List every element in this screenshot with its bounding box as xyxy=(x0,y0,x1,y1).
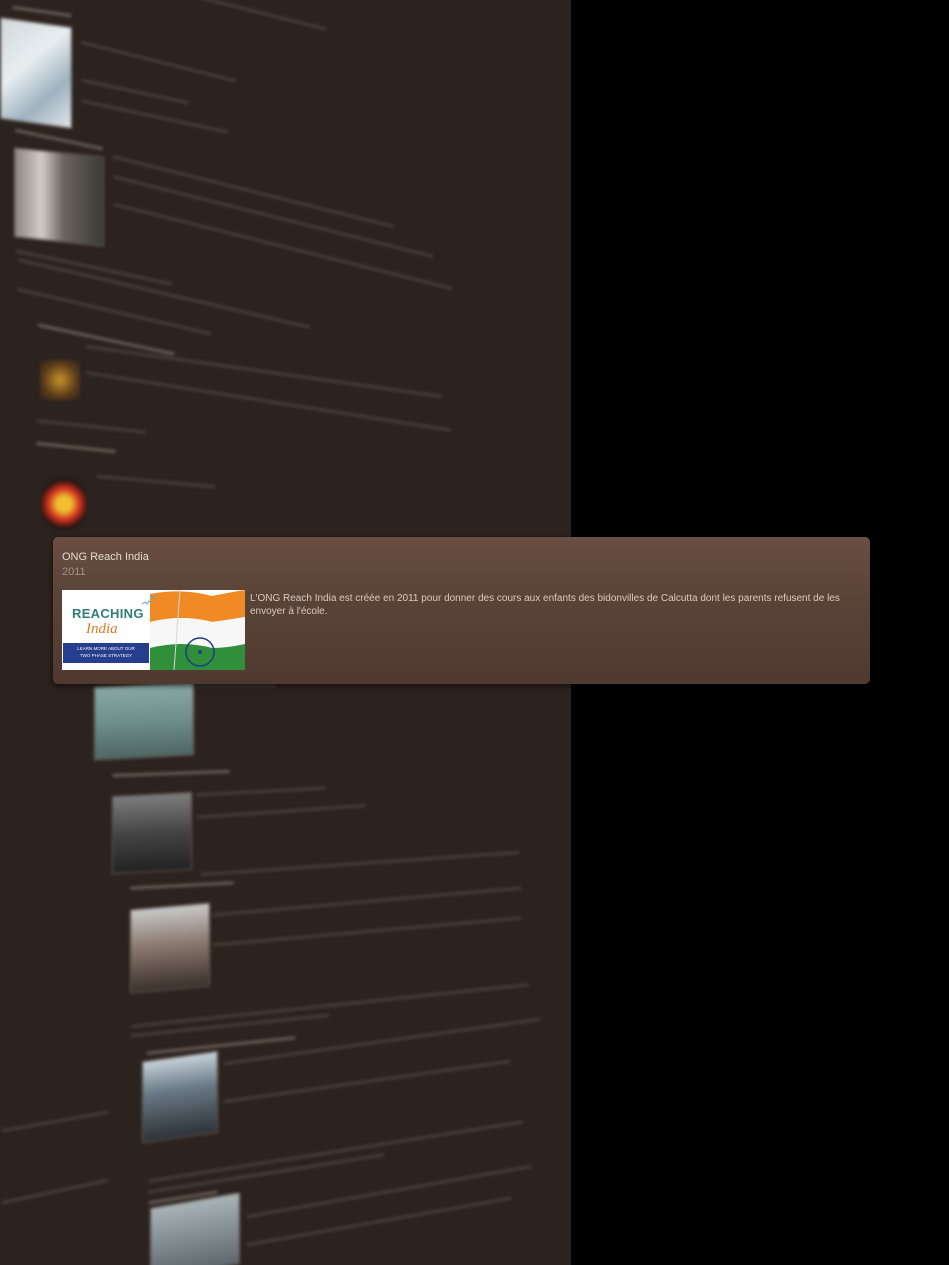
background-text-line xyxy=(245,1196,513,1247)
background-text-line xyxy=(80,40,236,83)
background-text-line xyxy=(12,5,72,18)
background-crowd-thumbnail xyxy=(112,791,192,875)
image-banner-line1: LEARN MORE ABOUT OUR xyxy=(77,646,135,651)
background-heading-line xyxy=(111,769,231,778)
image-banner-line2: TWO PHASE STRATEGY xyxy=(79,653,133,658)
background-aerial-thumbnail xyxy=(150,1192,240,1265)
image-title-text: REACHING xyxy=(72,606,144,621)
background-map-thumbnail xyxy=(0,16,72,130)
background-photo-thumbnail xyxy=(14,147,104,247)
background-square-thumbnail xyxy=(142,1050,218,1144)
card-year: 2011 xyxy=(62,566,86,578)
background-text-line xyxy=(130,983,530,1028)
event-detail-card[interactable]: ONG Reach India 2011 REACHING India LEAR… xyxy=(53,537,870,684)
background-text-line xyxy=(15,249,173,286)
card-image-reaching-india[interactable]: REACHING India LEARN MORE ABOUT OUR TWO … xyxy=(62,590,245,670)
background-logo-thumbnail xyxy=(40,360,80,400)
background-text-line xyxy=(86,371,452,432)
background-text-line xyxy=(96,474,216,489)
background-heading-line xyxy=(14,128,104,151)
background-text-line xyxy=(212,886,522,917)
background-text-line xyxy=(17,258,311,329)
background-text-line xyxy=(196,684,276,687)
background-yinyang-thumbnail xyxy=(40,478,88,530)
background-text-line xyxy=(200,850,520,877)
background-street-thumbnail xyxy=(130,902,210,994)
background-text-line xyxy=(0,1178,110,1205)
background-heading-line xyxy=(129,881,235,890)
background-heading-line xyxy=(146,1036,296,1055)
image-strategy-banner: LEARN MORE ABOUT OUR TWO PHASE STRATEGY xyxy=(63,643,149,663)
background-text-line xyxy=(36,419,146,434)
background-text-line xyxy=(111,154,395,229)
background-text-line xyxy=(81,99,229,134)
background-text-line xyxy=(196,786,326,797)
background-text-line xyxy=(0,1110,110,1133)
background-text-line xyxy=(80,78,190,105)
background-text-line xyxy=(212,916,522,947)
background-heading-line xyxy=(36,441,116,454)
background-text-line xyxy=(85,344,443,399)
image-subtitle-text: India xyxy=(86,621,118,637)
background-text-line xyxy=(223,1059,511,1104)
card-title: ONG Reach India xyxy=(62,551,149,563)
background-text-line xyxy=(245,1164,533,1219)
card-description: L'ONG Reach India est créée en 2011 pour… xyxy=(250,593,840,617)
background-text-line xyxy=(103,0,327,31)
background-ship-thumbnail xyxy=(94,681,194,761)
background-text-line xyxy=(196,804,366,819)
